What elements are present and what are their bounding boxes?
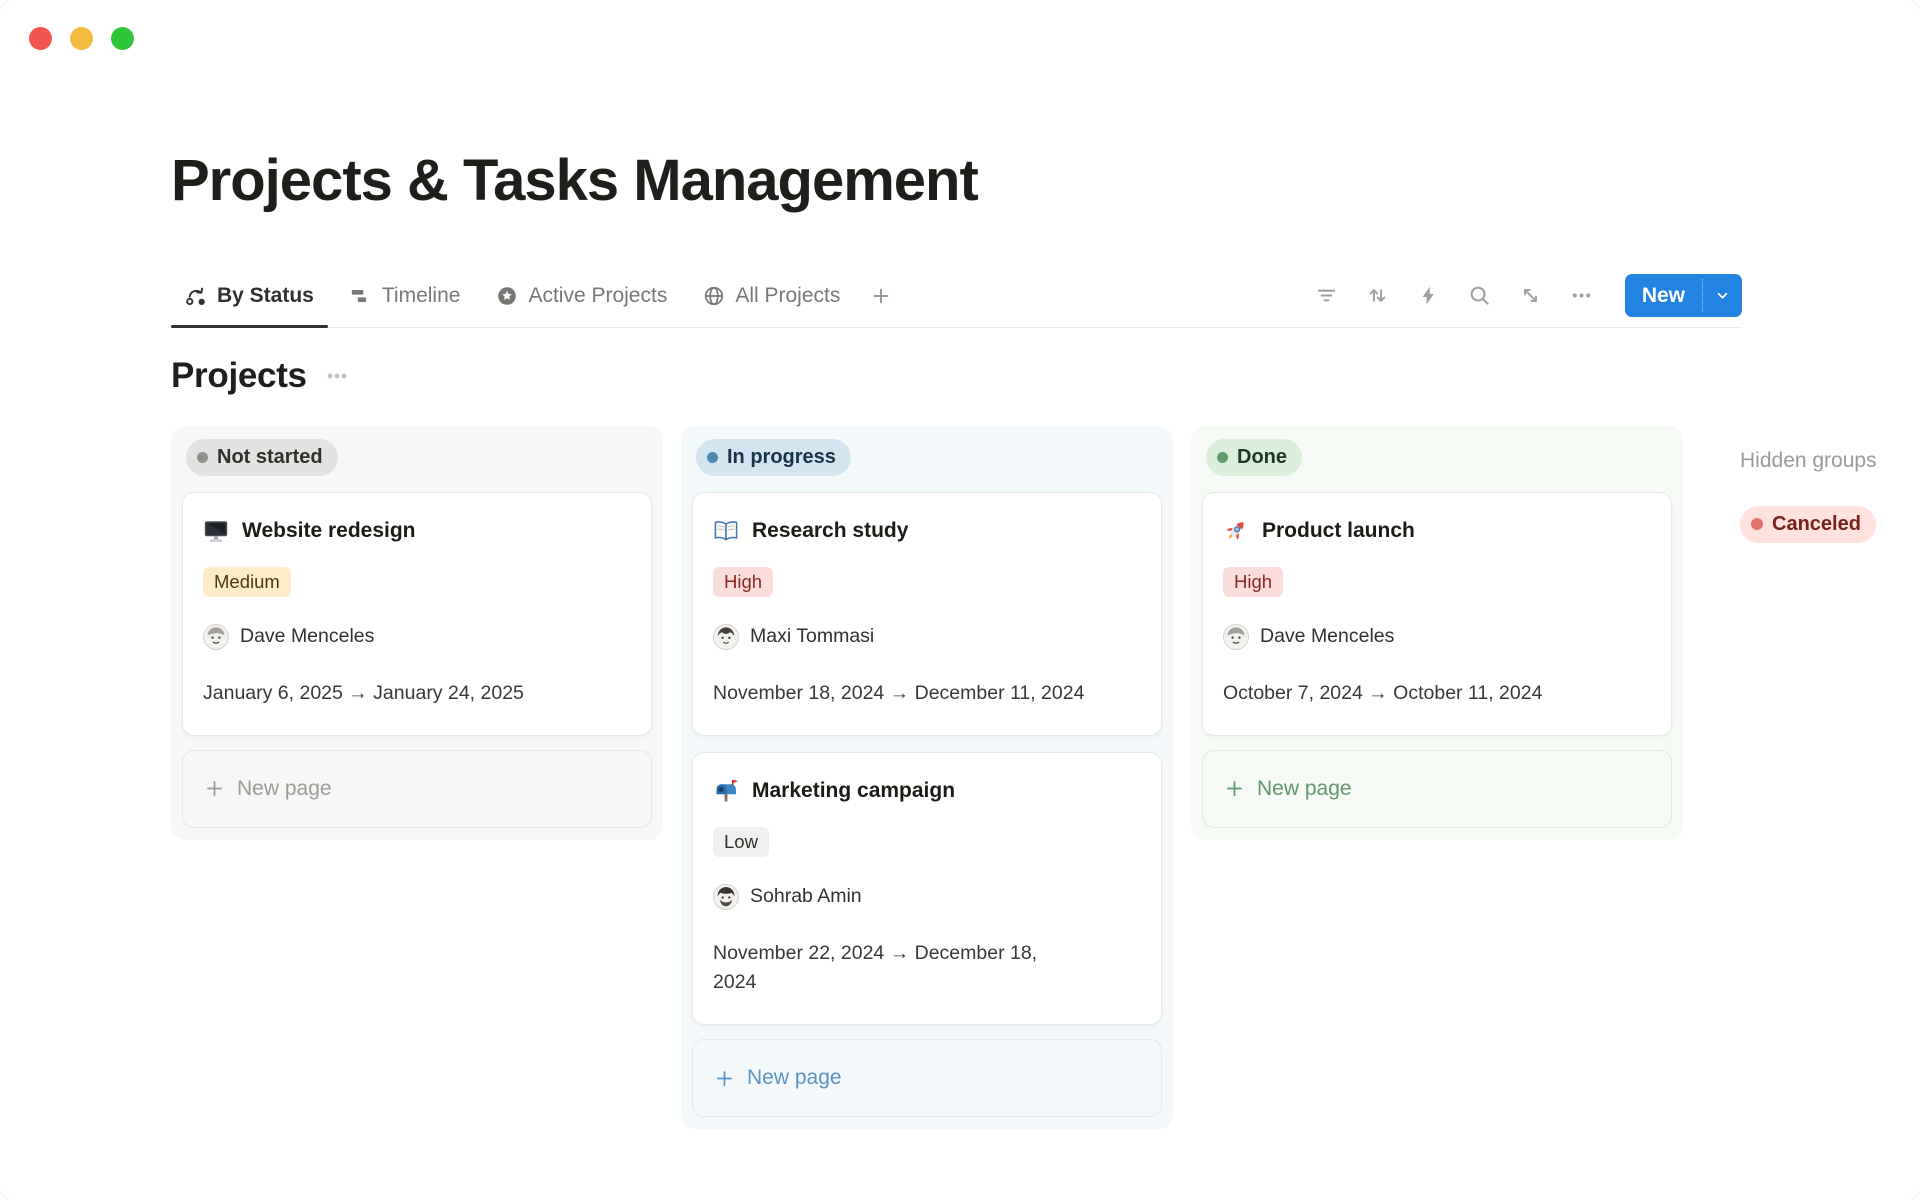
close-button[interactable]	[29, 27, 52, 50]
avatar-dave	[203, 624, 229, 650]
view-title: Projects	[171, 356, 307, 396]
globe-icon	[703, 285, 725, 307]
tab-label: Active Projects	[528, 284, 667, 308]
zoom-button[interactable]	[111, 27, 134, 50]
assignee-name: Maxi Tommasi	[750, 625, 874, 648]
assignee-name: Dave Menceles	[1260, 625, 1394, 648]
new-page-label: New page	[1257, 777, 1352, 801]
avatar-dave	[1223, 624, 1249, 650]
plus-icon	[714, 1068, 735, 1089]
date-range: January 6, 2025 → January 24, 2025	[203, 679, 631, 708]
tab-active-projects[interactable]: Active Projects	[482, 265, 681, 327]
hidden-group-pill-canceled[interactable]: Canceled	[1740, 506, 1876, 543]
card-title: Website redesign	[242, 519, 416, 543]
card-title: Marketing campaign	[752, 779, 955, 803]
tab-label: All Projects	[735, 284, 840, 308]
status-dot	[197, 452, 208, 463]
date-range: November 22, 2024 → December 18, 2024	[713, 939, 1141, 998]
date-range: October 7, 2024 → October 11, 2024	[1223, 679, 1651, 708]
priority-tag: Medium	[203, 567, 291, 597]
more-icon[interactable]	[1570, 284, 1593, 307]
status-dot	[707, 452, 718, 463]
view-tabs-bar: By Status Timeline Active Projects All Proj…	[171, 265, 1742, 328]
group-label: Not started	[217, 446, 323, 469]
hidden-groups-label[interactable]: Hidden groups	[1740, 449, 1877, 473]
assignee-name: Dave Menceles	[240, 625, 374, 648]
card-research-study[interactable]: Research study High Maxi Tommasi Novembe…	[692, 492, 1162, 736]
hidden-groups: Hidden groups Canceled	[1740, 426, 1877, 543]
priority-tag: Low	[713, 827, 769, 857]
new-page-button-not-started[interactable]: New page	[182, 750, 652, 828]
status-dot	[1751, 518, 1763, 530]
hidden-group-label: Canceled	[1772, 513, 1861, 536]
star-circle-icon	[496, 285, 518, 307]
mailbox-emoji	[713, 778, 739, 804]
column-not-started: Not started Website redesign Medium Dave…	[171, 426, 663, 840]
group-pill-not-started[interactable]: Not started	[186, 439, 338, 476]
search-icon[interactable]	[1468, 284, 1491, 307]
card-title: Product launch	[1262, 519, 1415, 543]
group-pill-done[interactable]: Done	[1206, 439, 1302, 476]
toolbar-icons	[1315, 284, 1593, 307]
avatar-sohrab	[713, 884, 739, 910]
status-dot	[1217, 452, 1228, 463]
column-done: Done Product launch High Dave Menceles O…	[1191, 426, 1683, 840]
group-label: In progress	[727, 446, 836, 469]
group-pill-in-progress[interactable]: In progress	[696, 439, 851, 476]
board: Not started Website redesign Medium Dave…	[171, 426, 1920, 1130]
tab-label: Timeline	[382, 284, 461, 308]
new-page-button-in-progress[interactable]: New page	[692, 1039, 1162, 1117]
priority-tag: High	[713, 567, 773, 597]
desktop-computer-emoji	[203, 518, 229, 544]
date-range: November 18, 2024 → December 11, 2024	[713, 679, 1141, 708]
tab-all-projects[interactable]: All Projects	[689, 265, 854, 327]
plus-icon	[204, 778, 225, 799]
view-title-row: Projects	[171, 356, 1920, 396]
new-button-label[interactable]: New	[1625, 274, 1702, 317]
sort-icon[interactable]	[1366, 284, 1389, 307]
page-title: Projects & Tasks Management	[0, 0, 1920, 215]
new-page-label: New page	[747, 1066, 842, 1090]
tab-label: By Status	[217, 284, 314, 308]
card-website-redesign[interactable]: Website redesign Medium Dave Menceles Ja…	[182, 492, 652, 736]
tab-by-status[interactable]: By Status	[171, 265, 328, 327]
toolbar: New	[1315, 274, 1742, 317]
card-title: Research study	[752, 519, 908, 543]
assignee-name: Sohrab Amin	[750, 885, 862, 908]
tabs: By Status Timeline Active Projects All Proj…	[171, 265, 900, 327]
status-change-icon	[185, 285, 207, 307]
window-controls	[29, 27, 134, 50]
new-button[interactable]: New	[1625, 274, 1742, 317]
column-in-progress: In progress Research study High Maxi Tom…	[681, 426, 1173, 1130]
avatar-maxi	[713, 624, 739, 650]
card-marketing-campaign[interactable]: Marketing campaign Low Sohrab Amin Novem…	[692, 752, 1162, 1026]
view-options-icon[interactable]	[324, 363, 350, 389]
minimize-button[interactable]	[70, 27, 93, 50]
tab-timeline[interactable]: Timeline	[336, 265, 475, 327]
app-window: Projects & Tasks Management By Status Tim…	[0, 0, 1920, 1200]
new-page-button-done[interactable]: New page	[1202, 750, 1672, 828]
rocket-emoji	[1223, 518, 1249, 544]
plus-icon	[1224, 778, 1245, 799]
filter-icon[interactable]	[1315, 284, 1338, 307]
open-book-emoji	[713, 518, 739, 544]
new-page-label: New page	[237, 777, 332, 801]
expand-icon[interactable]	[1519, 284, 1542, 307]
zap-icon[interactable]	[1417, 284, 1440, 307]
priority-tag: High	[1223, 567, 1283, 597]
chevron-down-icon[interactable]	[1703, 274, 1742, 317]
add-view-button[interactable]	[862, 265, 900, 327]
timeline-icon	[350, 285, 372, 307]
card-product-launch[interactable]: Product launch High Dave Menceles Octobe…	[1202, 492, 1672, 736]
group-label: Done	[1237, 446, 1287, 469]
